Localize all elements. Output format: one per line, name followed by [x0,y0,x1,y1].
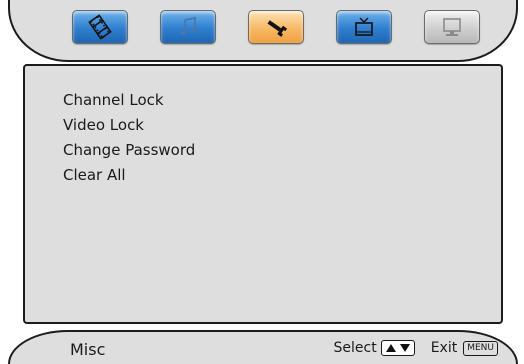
exit-label: Exit [430,340,458,356]
select-label: Select [333,340,377,356]
monitor-icon [443,18,461,36]
tab-sound[interactable] [160,10,216,44]
menu-item-clear-all[interactable]: Clear All [63,163,195,188]
film-icon [88,14,112,40]
tab-picture[interactable] [72,10,128,44]
category-tabs [72,10,482,46]
up-down-arrows-icon [380,340,415,356]
menu-item-channel-lock[interactable]: Channel Lock [63,88,195,113]
top-tab-bar [8,0,518,62]
menu-item-change-password[interactable]: Change Password [63,138,195,163]
tab-setup[interactable] [248,10,304,44]
wrench-icon [267,20,288,37]
misc-menu-panel: Channel Lock Video Lock Change Password … [23,64,503,324]
menu-key-icon: MENU [463,340,498,356]
misc-menu-list: Channel Lock Video Lock Change Password … [63,88,195,188]
music-note-icon [180,16,196,35]
tab-pc[interactable] [424,10,480,44]
navigation-hint: Select Exit MENU [333,340,498,356]
menu-title: Misc [70,340,106,359]
menu-item-video-lock[interactable]: Video Lock [63,113,195,138]
tab-tv[interactable] [336,10,392,44]
bottom-status-bar: Misc Select Exit MENU [8,330,518,364]
tv-icon [355,17,373,36]
osd-window: Channel Lock Video Lock Change Password … [0,0,524,364]
